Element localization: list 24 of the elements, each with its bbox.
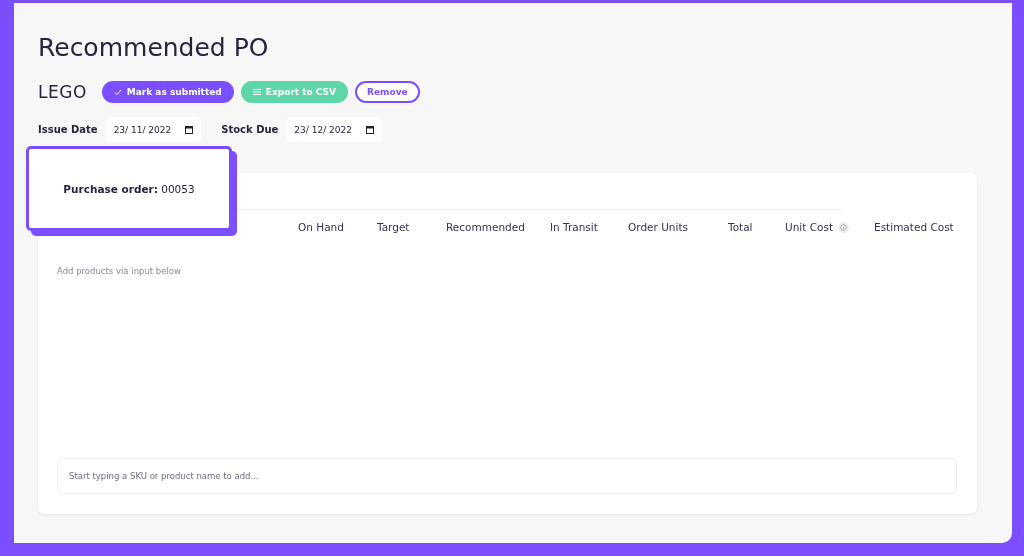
remove-button[interactable]: Remove bbox=[355, 81, 420, 103]
page-title: Recommended PO bbox=[38, 33, 270, 62]
date-label: Stock Due bbox=[221, 124, 279, 135]
supplier-name: LEGO bbox=[38, 82, 87, 102]
calendar-icon bbox=[185, 125, 194, 134]
date-field[interactable]: 23/ 11/ 2022 bbox=[105, 117, 202, 142]
column-header: Recommended bbox=[446, 221, 525, 233]
purchase-order-text: Purchase order: 00053 bbox=[63, 182, 195, 195]
column-header: Order Units bbox=[628, 221, 689, 233]
column-header: On Hand bbox=[298, 221, 344, 233]
column-header: In Transit bbox=[550, 221, 598, 233]
menu-icon bbox=[252, 89, 261, 95]
column-header: Target bbox=[377, 221, 410, 233]
calendar-icon bbox=[365, 125, 374, 134]
mark-submitted-button[interactable]: Mark as submitted bbox=[101, 81, 234, 103]
info-icon[interactable] bbox=[838, 221, 850, 233]
column-header: Total bbox=[728, 221, 753, 233]
empty-message: Add products via input below bbox=[57, 266, 181, 276]
product-search-field[interactable]: Start typing a SKU or product name to add... bbox=[57, 458, 957, 494]
check-icon bbox=[113, 88, 122, 96]
column-header: Unit Cost bbox=[785, 221, 834, 233]
date-label: Issue Date bbox=[38, 124, 98, 135]
date-field[interactable]: 23/ 12/ 2022 bbox=[286, 117, 382, 142]
column-header: Estimated Cost bbox=[874, 221, 954, 233]
